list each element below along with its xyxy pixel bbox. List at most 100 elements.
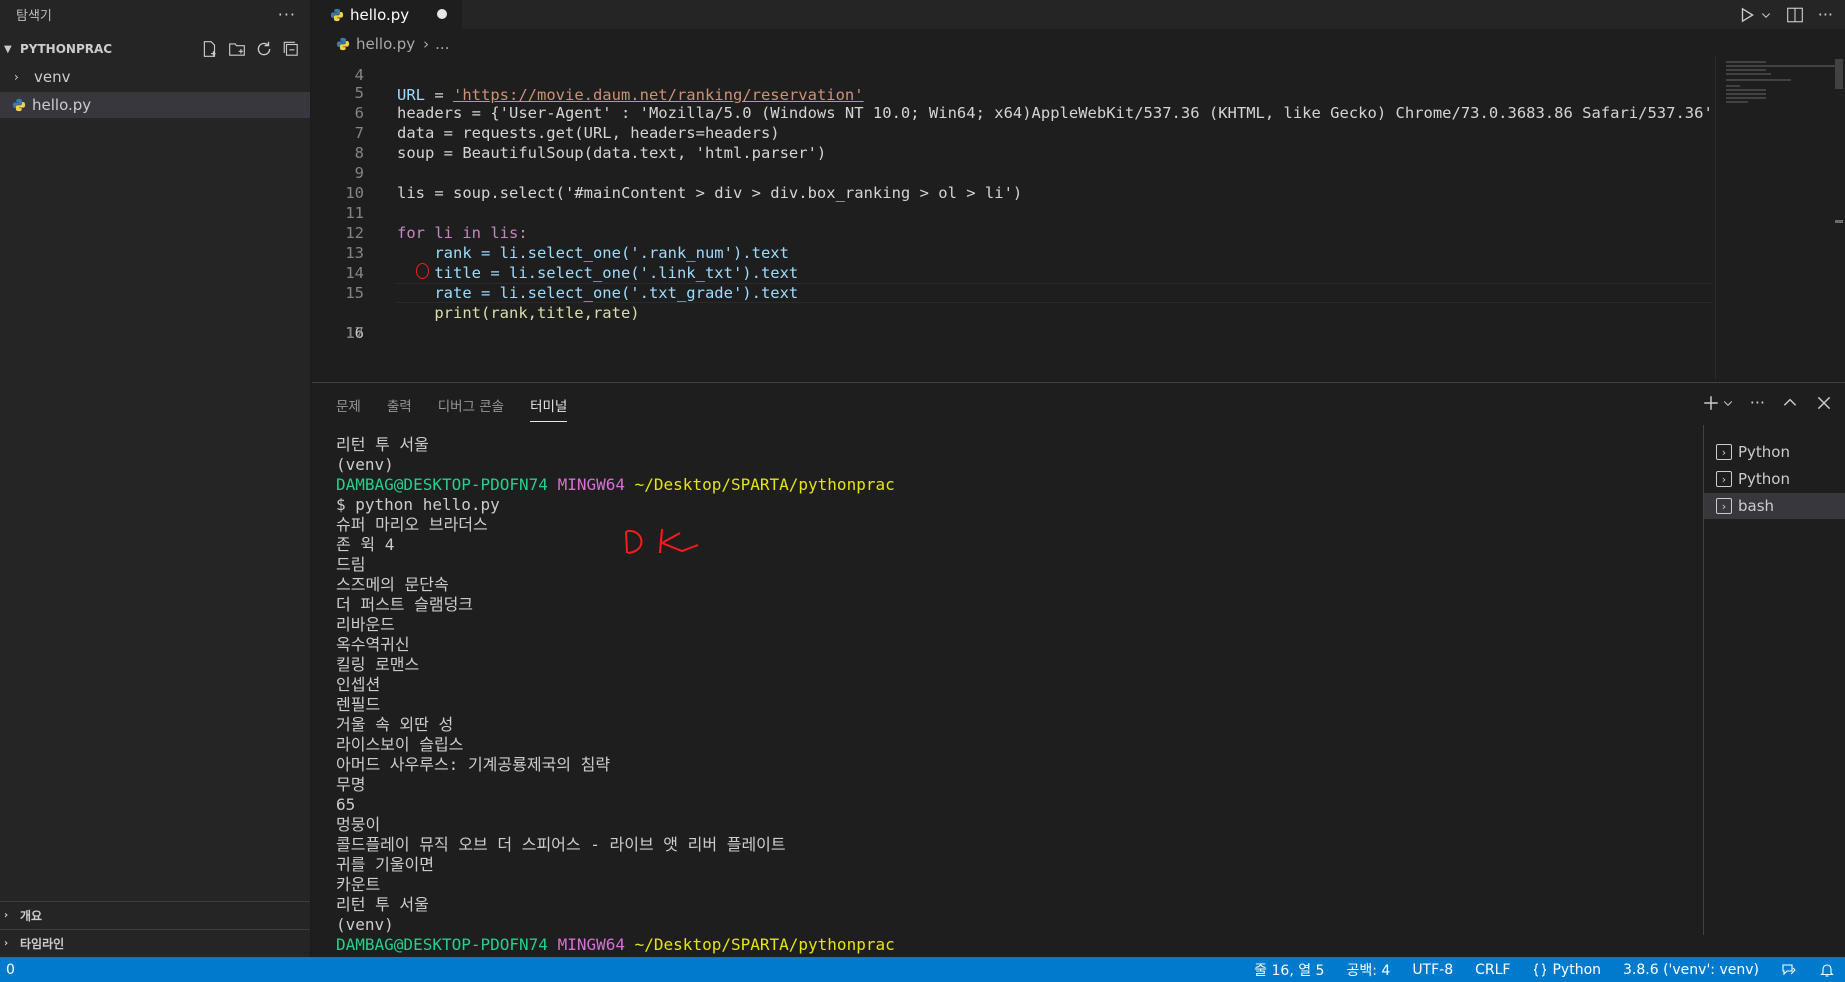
tab-debug-console[interactable]: 디버그 콘솔 <box>438 395 504 422</box>
status-eol[interactable]: CRLF <box>1475 962 1510 978</box>
run-icon[interactable] <box>1738 6 1756 24</box>
minimap-line <box>1726 85 1740 87</box>
tree-item-venv[interactable]: › venv <box>0 64 310 90</box>
python-file-icon <box>330 8 344 21</box>
prompt-path: ~/Desktop/SPARTA/pythonprac <box>634 475 895 494</box>
red-ink-mark <box>416 263 429 279</box>
minimap-line <box>1726 79 1791 81</box>
code-line: 14 rate = li.select_one('.txt_grade').te… <box>312 243 1712 302</box>
terminal-line: 콜드플레이 뮤직 오브 더 스피어스 - 라이브 앳 리버 플레이트 <box>336 835 786 854</box>
chevron-down-icon: ▼ <box>4 43 12 55</box>
tab-hello-py[interactable]: hello.py <box>312 0 462 29</box>
minimap-line <box>1726 93 1766 95</box>
terminal-list-item-bash[interactable]: › bash <box>1704 493 1845 519</box>
tab-problems[interactable]: 문제 <box>336 395 361 422</box>
terminal-list-label: Python <box>1738 443 1790 461</box>
terminal-prompt: DAMBAG@DESKTOP-PDOFN74 MINGW64 ~/Desktop… <box>336 935 1486 955</box>
new-terminal-icon[interactable] <box>1702 394 1720 412</box>
more-actions-icon[interactable]: ··· <box>1818 5 1833 24</box>
terminal-line: 스즈메의 문단속 <box>336 575 449 594</box>
explorer-title: 탐색기 <box>16 8 52 24</box>
chevron-right-icon: › <box>4 938 9 949</box>
maximize-panel-icon[interactable] <box>1781 394 1799 412</box>
bell-icon[interactable] <box>1819 962 1835 978</box>
terminal-line: 옥수역귀신 <box>336 635 410 654</box>
new-file-icon[interactable] <box>201 40 219 58</box>
unsaved-dot-icon[interactable] <box>437 9 447 19</box>
breadcrumb-file[interactable]: hello.py <box>356 35 415 53</box>
terminal-line: 멍뭉이 <box>336 815 381 834</box>
collapse-all-icon[interactable] <box>282 40 300 58</box>
new-folder-icon[interactable] <box>228 40 246 58</box>
minimap[interactable] <box>1715 55 1845 380</box>
status-problems-count[interactable]: 0 <box>0 962 15 978</box>
status-language[interactable]: Python <box>1532 962 1601 978</box>
handwritten-ok-annotation: OK <box>625 528 699 554</box>
terminal-list: › Python › Python › bash <box>1703 425 1845 935</box>
bottom-panel: 문제 출력 디버그 콘솔 터미널 ··· 리턴 투 서울 (venv) DAMB… <box>312 382 1845 957</box>
scrollbar-thumb[interactable] <box>1835 59 1843 89</box>
terminal-line: 65 <box>336 795 356 814</box>
tab-output[interactable]: 출력 <box>387 395 412 422</box>
terminal-icon: › <box>1716 498 1732 514</box>
code-editor[interactable]: 4 URL = 'https://movie.daum.net/ranking/… <box>312 55 1712 380</box>
terminal-line: 라이스보이 슬립스 <box>336 735 464 754</box>
workspace-folder[interactable]: ▼ PYTHONPRAC <box>0 36 310 62</box>
breadcrumb-rest[interactable]: ... <box>435 35 449 53</box>
status-interpreter[interactable]: 3.8.6 ('venv': venv) <box>1623 962 1759 978</box>
refresh-icon[interactable] <box>255 40 273 58</box>
braces-icon <box>1534 962 1547 977</box>
timeline-label: 타임라인 <box>20 937 65 951</box>
feedback-icon[interactable] <box>1781 962 1797 978</box>
prompt-shell: MINGW64 <box>557 475 625 494</box>
status-bar: 0 줄 16, 열 5 공백: 4 UTF-8 CRLF Python 3.8.… <box>0 957 1845 982</box>
terminal-line: (venv) <box>336 915 394 934</box>
close-icon[interactable] <box>1815 394 1833 412</box>
terminal-line: 킬링 로맨스 <box>336 655 420 674</box>
terminal-line: 아머드 사우루스: 기계공룡제국의 침략 <box>336 755 611 774</box>
more-actions-icon[interactable]: ··· <box>278 5 296 24</box>
more-actions-icon[interactable]: ··· <box>1750 393 1765 412</box>
tab-terminal[interactable]: 터미널 <box>530 395 568 422</box>
split-editor-icon[interactable] <box>1786 6 1804 24</box>
minimap-line <box>1726 73 1771 75</box>
terminal-list-item-python-1[interactable]: › Python <box>1704 439 1845 465</box>
timeline-section[interactable]: › 타임라인 <box>0 929 310 957</box>
terminal-output[interactable]: 리턴 투 서울 (venv) DAMBAG@DESKTOP-PDOFN74 MI… <box>336 435 1486 955</box>
status-indentation[interactable]: 공백: 4 <box>1346 960 1390 980</box>
explorer-sidebar: 탐색기 ··· ▼ PYTHONPRAC › venv hello.py › 개… <box>0 0 311 957</box>
status-cursor-position[interactable]: 줄 16, 열 5 <box>1254 960 1324 980</box>
terminal-list-item-python-2[interactable]: › Python <box>1704 466 1845 492</box>
panel-actions: ··· <box>1702 393 1833 412</box>
tree-item-label: hello.py <box>32 96 92 114</box>
chevron-right-icon: › <box>14 70 19 84</box>
chevron-down-icon[interactable] <box>1722 394 1734 412</box>
terminal-command: $ python hello.py <box>336 495 500 514</box>
minimap-line <box>1726 101 1748 103</box>
python-file-icon <box>336 37 350 51</box>
minimap-line <box>1726 65 1836 67</box>
terminal-line: 존 윅 4 <box>336 535 395 554</box>
chevron-down-icon[interactable] <box>1760 6 1772 24</box>
terminal-line: 리턴 투 서울 <box>336 895 429 914</box>
code-line: 10 <box>312 163 1712 202</box>
terminal-list-label: bash <box>1738 497 1775 515</box>
status-language-label: Python <box>1552 961 1602 978</box>
tree-item-hello-py[interactable]: hello.py <box>0 92 310 118</box>
minimap-line <box>1726 61 1766 63</box>
terminal-line: 슈퍼 마리오 브라더스 <box>336 515 488 534</box>
code-line: 11 for li in lis: <box>312 183 1712 242</box>
scrollbar-marker <box>1835 220 1843 223</box>
current-line-highlight <box>396 283 1712 303</box>
explorer-actions <box>201 36 300 62</box>
panel-tabs: 문제 출력 디버그 콘솔 터미널 <box>336 395 568 422</box>
code-line: 9 lis = soup.select('#mainContent > div … <box>312 143 1712 202</box>
outline-section[interactable]: › 개요 <box>0 901 310 929</box>
terminal-list-label: Python <box>1738 470 1790 488</box>
terminal-icon: › <box>1716 471 1732 487</box>
terminal-line: 더 퍼스트 슬램덩크 <box>336 595 474 614</box>
status-encoding[interactable]: UTF-8 <box>1412 962 1453 978</box>
code-line: 5 headers = {'User-Agent' : 'Mozilla/5.0… <box>312 63 1712 122</box>
prompt-user: DAMBAG@DESKTOP-PDOFN74 <box>336 475 548 494</box>
breadcrumb-separator: › <box>423 35 430 53</box>
